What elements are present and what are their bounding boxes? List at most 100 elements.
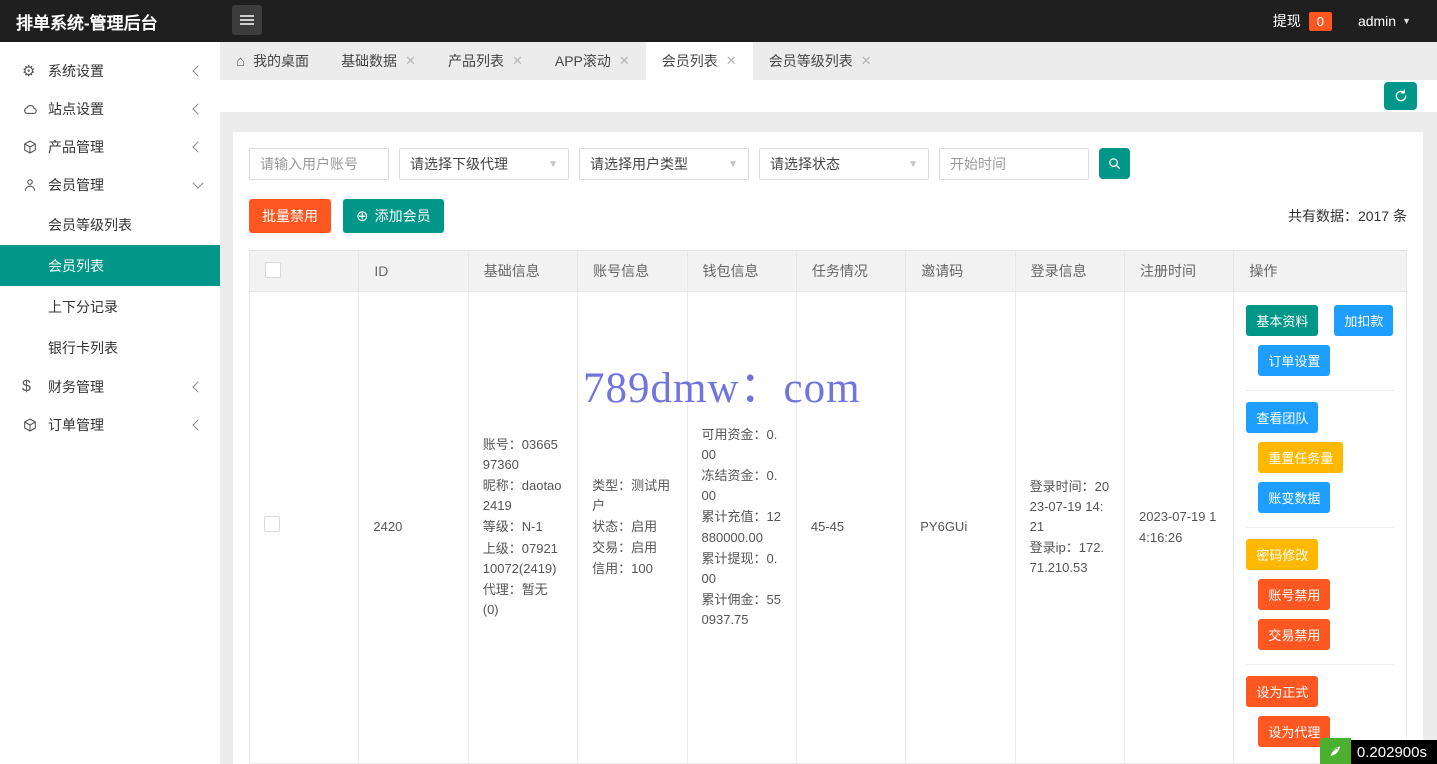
order-settings-button[interactable]: 订单设置 (1258, 345, 1331, 376)
chevron-down-icon (192, 177, 204, 189)
search-icon (1109, 158, 1121, 170)
cell-login-info: 登录时间：2023-07-19 14:21 登录ip：172.71.210.53 (1014, 291, 1126, 764)
col-id: ID (358, 250, 469, 292)
sidebar-item-member-management[interactable]: 会员管理 (0, 166, 220, 204)
view-team-button[interactable]: 查看团队 (1246, 402, 1319, 433)
col-login-info: 登录信息 (1014, 250, 1126, 292)
username: admin (1357, 13, 1397, 29)
close-icon[interactable]: ✕ (405, 53, 416, 69)
menu-icon (240, 13, 254, 27)
status-select[interactable]: 请选择状态 ▼ (759, 148, 929, 180)
cloud-icon (22, 101, 48, 118)
close-icon[interactable]: ✕ (512, 53, 523, 69)
chevron-left-icon (192, 141, 204, 153)
col-operations: 操作 (1233, 250, 1407, 292)
cell-register-time: 2023-07-19 14:16:26 (1123, 291, 1235, 764)
content-panel: 请选择下级代理 ▼ 请选择用户类型 ▼ 请选择状态 ▼ 批量禁用 (233, 132, 1423, 764)
cell-operations: 基本资料 加扣款 订单设置 查看团队 重置任务量 账变数据 密码修改 账号禁用 … (1233, 291, 1407, 764)
tab-my-desktop[interactable]: ⌂ 我的桌面 (220, 42, 325, 80)
tab-member-level-list[interactable]: 会员等级列表 ✕ (753, 42, 888, 80)
col-task-status: 任务情况 (795, 250, 907, 292)
box-icon (22, 417, 48, 433)
sidebar-item-site-settings[interactable]: 站点设置 (0, 90, 220, 128)
op-group-security: 密码修改 账号禁用 交易禁用 (1246, 528, 1394, 665)
chevron-left-icon (192, 419, 204, 431)
close-icon[interactable]: ✕ (861, 53, 872, 69)
close-icon[interactable]: ✕ (619, 53, 630, 69)
cell-wallet-info: 可用资金：0.00 冻结资金：0.00 累计充值：12880000.00 累计提… (686, 291, 797, 764)
main-area: ⌂ 我的桌面 基础数据 ✕ 产品列表 ✕ APP滚动 ✕ 会员列表 ✕ 会员等级… (220, 42, 1437, 764)
sidebar-item-finance-management[interactable]: $ 财务管理 (0, 368, 220, 406)
col-basic-info: 基础信息 (467, 250, 579, 292)
start-time-input[interactable] (939, 148, 1089, 180)
col-invite-code: 邀请码 (905, 250, 1016, 292)
user-type-select[interactable]: 请选择用户类型 ▼ (579, 148, 749, 180)
member-table: ID 基础信息 账号信息 钱包信息 任务情况 邀请码 登录信息 注册时间 操作 … (248, 250, 1407, 764)
trace-leaf-icon (1319, 738, 1351, 764)
col-account-info: 账号信息 (577, 250, 688, 292)
user-icon (22, 177, 48, 193)
tab-product-list[interactable]: 产品列表 ✕ (432, 42, 539, 80)
tab-basic-data[interactable]: 基础数据 ✕ (325, 42, 432, 80)
dollar-icon: $ (22, 378, 31, 395)
box-icon (22, 139, 48, 155)
chevron-left-icon (192, 103, 204, 115)
withdraw-count-badge: 0 (1308, 11, 1332, 31)
user-menu[interactable]: admin ▼ (1358, 13, 1411, 29)
chevron-down-icon: ▼ (1402, 16, 1411, 26)
withdraw-label: 提现 (1272, 13, 1301, 29)
page-load-time: 0.202900s (1350, 740, 1437, 764)
sidebar-item-product-management[interactable]: 产品管理 (0, 128, 220, 166)
close-icon[interactable]: ✕ (726, 53, 737, 69)
plus-circle-icon: ⊕ (356, 207, 369, 225)
app-title: 排单系统-管理后台 (16, 13, 158, 33)
tab-app-scroll[interactable]: APP滚动 ✕ (539, 42, 646, 80)
row-checkbox[interactable] (264, 516, 280, 533)
sidebar-item-updown-records[interactable]: 上下分记录 (0, 286, 220, 327)
trace-badge[interactable]: 0.202900s (1319, 738, 1437, 764)
disable-account-button[interactable]: 账号禁用 (1258, 579, 1331, 610)
col-wallet-info: 钱包信息 (686, 250, 797, 292)
basic-profile-button[interactable]: 基本资料 (1246, 305, 1319, 336)
sidebar-item-order-management[interactable]: 订单管理 (0, 406, 220, 444)
chevron-down-icon: ▼ (908, 158, 918, 170)
chevron-down-icon: ▼ (548, 158, 558, 170)
tab-toolstrip (220, 80, 1437, 112)
user-account-input[interactable] (249, 148, 389, 180)
gear-icon: ⚙ (22, 63, 36, 80)
sidebar-toggle-button[interactable] (232, 5, 262, 35)
chevron-down-icon: ▼ (728, 158, 738, 170)
cell-account-info: 类型：测试用户 状态：启用 交易：启用 信用：100 (577, 291, 688, 764)
home-icon: ⌂ (236, 52, 246, 70)
withdraw-link[interactable]: 提现 0 (1273, 11, 1332, 31)
batch-disable-button[interactable]: 批量禁用 (249, 199, 331, 233)
chevron-left-icon (192, 65, 204, 77)
col-register-time: 注册时间 (1123, 250, 1235, 292)
op-group-profile: 基本资料 加扣款 订单设置 (1246, 294, 1394, 391)
select-all-checkbox[interactable] (265, 261, 281, 278)
add-deduct-button[interactable]: 加扣款 (1334, 305, 1394, 336)
app-header: 排单系统-管理后台 提现 0 admin ▼ (0, 0, 1437, 42)
sidebar-item-system-settings[interactable]: ⚙ 系统设置 (0, 52, 220, 90)
change-password-button[interactable]: 密码修改 (1246, 539, 1319, 570)
action-row: 批量禁用 ⊕ 添加会员 共有数据：2017 条 (249, 199, 1407, 233)
cell-id: 2420 (358, 291, 469, 764)
cell-invite-code: PY6GUi (905, 291, 1016, 764)
set-formal-button[interactable]: 设为正式 (1246, 676, 1319, 707)
cell-task-status: 45-45 (795, 291, 907, 764)
op-group-team: 查看团队 重置任务量 账变数据 (1246, 391, 1394, 528)
sidebar-item-member-list[interactable]: 会员列表 (0, 245, 220, 286)
refresh-button[interactable] (1384, 82, 1417, 110)
sub-agent-select[interactable]: 请选择下级代理 ▼ (399, 148, 569, 180)
account-change-data-button[interactable]: 账变数据 (1258, 482, 1331, 513)
sidebar: ⚙ 系统设置 站点设置 产品管理 会员管理 会员等级列表 会员列表 上下分记录 … (0, 42, 220, 764)
search-button[interactable] (1099, 148, 1130, 179)
add-member-button[interactable]: ⊕ 添加会员 (343, 199, 444, 233)
sidebar-item-bank-card-list[interactable]: 银行卡列表 (0, 327, 220, 368)
tab-member-list[interactable]: 会员列表 ✕ (645, 42, 753, 80)
sidebar-item-member-level-list[interactable]: 会员等级列表 (0, 204, 220, 245)
reset-task-button[interactable]: 重置任务量 (1258, 442, 1344, 473)
filter-bar: 请选择下级代理 ▼ 请选择用户类型 ▼ 请选择状态 ▼ (249, 148, 1407, 180)
disable-trade-button[interactable]: 交易禁用 (1258, 619, 1331, 650)
tab-bar: ⌂ 我的桌面 基础数据 ✕ 产品列表 ✕ APP滚动 ✕ 会员列表 ✕ 会员等级… (220, 42, 1437, 80)
